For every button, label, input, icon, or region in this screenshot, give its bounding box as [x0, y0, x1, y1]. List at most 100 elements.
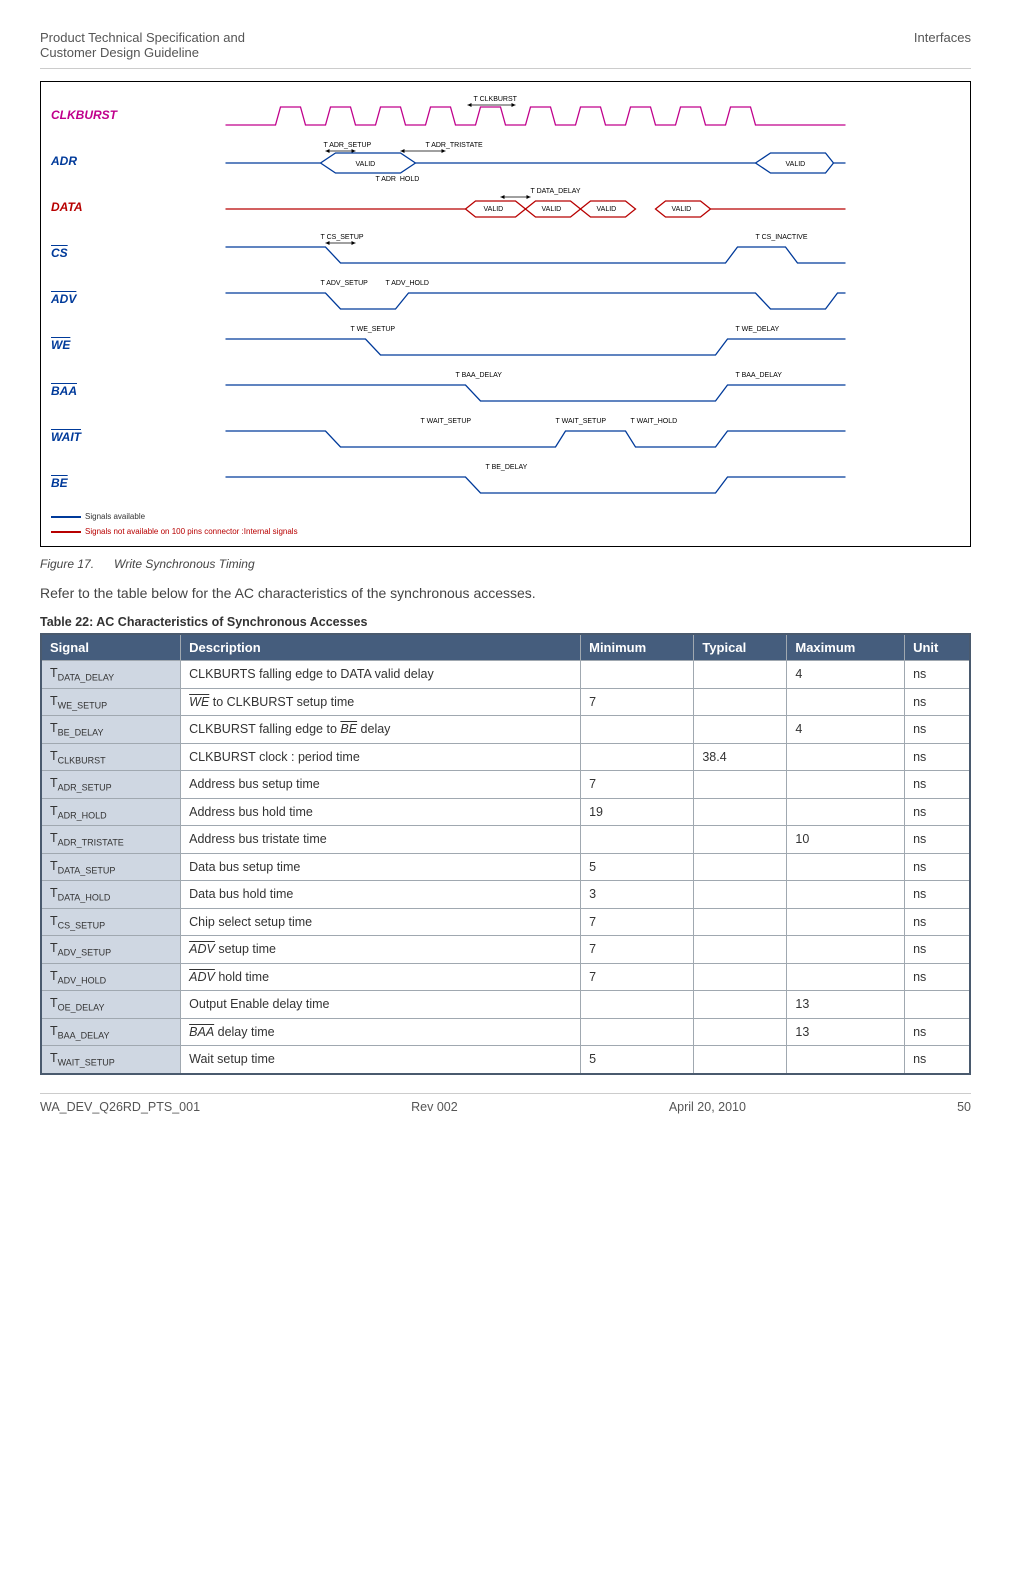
sig-label-be: BE: [51, 476, 111, 490]
page-header: Product Technical Specification and Cust…: [40, 30, 971, 69]
sig-label-wait: WAIT: [51, 430, 111, 444]
table-row: TADR_TRISTATEAddress bus tristate time 10…: [41, 826, 970, 854]
legend-a: Signals available: [85, 512, 145, 521]
cell-typ: [694, 661, 787, 689]
cell-signal: TCLKBURST: [41, 743, 181, 771]
table-row: TADV_HOLDADV hold time7ns: [41, 963, 970, 991]
table-row: TOE_DELAYOutput Enable delay time13: [41, 991, 970, 1019]
valid-tag-d1: VALID: [484, 206, 504, 213]
cell-unit: ns: [905, 963, 970, 991]
cell-min: [581, 991, 694, 1019]
table-row: TCLKBURSTCLKBURST clock : period time38.…: [41, 743, 970, 771]
cell-signal: TADV_SETUP: [41, 936, 181, 964]
valid-tag-d4: VALID: [672, 206, 692, 213]
cell-min: 3: [581, 881, 694, 909]
valid-tag-adr1: VALID: [356, 161, 376, 168]
diagram-legend: Signals available: [51, 512, 960, 521]
cell-typ: [694, 1046, 787, 1074]
cell-desc: Address bus setup time: [181, 771, 581, 799]
cell-min: 7: [581, 688, 694, 716]
cell-desc: BAA delay time: [181, 1018, 581, 1046]
cell-min: [581, 743, 694, 771]
cell-signal: TADV_HOLD: [41, 963, 181, 991]
valid-tag-d3: VALID: [597, 206, 617, 213]
col-header: Signal: [41, 634, 181, 661]
cell-signal: TCS_SETUP: [41, 908, 181, 936]
cell-typ: [694, 688, 787, 716]
sig-label-we: WE: [51, 338, 111, 352]
footer-rev: Rev 002: [411, 1100, 458, 1114]
cell-desc: Wait setup time: [181, 1046, 581, 1074]
sig-label-baa: BAA: [51, 384, 111, 398]
tparam-wait-hold: T WAIT_HOLD: [631, 418, 678, 425]
cell-signal: TDATA_SETUP: [41, 853, 181, 881]
cell-max: 4: [787, 716, 905, 744]
cell-desc: CLKBURTS falling edge to DATA valid dela…: [181, 661, 581, 689]
header-left-line1: Product Technical Specification and: [40, 30, 245, 45]
table-row: TADV_SETUPADV setup time7ns: [41, 936, 970, 964]
tparam-adv-hold: T ADV_HOLD: [386, 280, 429, 287]
col-header: Minimum: [581, 634, 694, 661]
cell-max: [787, 688, 905, 716]
cell-unit: ns: [905, 826, 970, 854]
cell-typ: 38.4: [694, 743, 787, 771]
cell-min: 7: [581, 908, 694, 936]
cell-max: [787, 798, 905, 826]
cell-typ: [694, 1018, 787, 1046]
valid-tag-adr2: VALID: [786, 161, 806, 168]
cell-typ: [694, 716, 787, 744]
cell-typ: [694, 963, 787, 991]
tparam-wait-setup2: T WAIT_SETUP: [556, 418, 607, 425]
cell-max: [787, 771, 905, 799]
cell-signal: TADR_TRISTATE: [41, 826, 181, 854]
cell-unit: ns: [905, 936, 970, 964]
cell-signal: TWAIT_SETUP: [41, 1046, 181, 1074]
col-header: Maximum: [787, 634, 905, 661]
footer-doc: WA_DEV_Q26RD_PTS_001: [40, 1100, 200, 1114]
cell-signal: TDATA_DELAY: [41, 661, 181, 689]
cell-signal: TDATA_HOLD: [41, 881, 181, 909]
tparam-cs-setup: T CS_SETUP: [321, 234, 364, 241]
tparam-baa-delay1: T BAA_DELAY: [456, 372, 503, 379]
sig-label-adr: ADR: [51, 154, 111, 168]
cell-max: 10: [787, 826, 905, 854]
cell-max: 13: [787, 1018, 905, 1046]
cell-max: [787, 743, 905, 771]
cell-typ: [694, 881, 787, 909]
cell-desc: Chip select setup time: [181, 908, 581, 936]
cell-desc: Address bus tristate time: [181, 826, 581, 854]
cell-typ: [694, 798, 787, 826]
cell-max: [787, 853, 905, 881]
table-row: TADR_SETUPAddress bus setup time7ns: [41, 771, 970, 799]
cell-max: [787, 908, 905, 936]
cell-max: [787, 963, 905, 991]
cell-min: 7: [581, 963, 694, 991]
cell-desc: WE to CLKBURST setup time: [181, 688, 581, 716]
cell-unit: ns: [905, 743, 970, 771]
cell-typ: [694, 853, 787, 881]
header-left-line2: Customer Design Guideline: [40, 45, 245, 60]
table-row: TADR_HOLDAddress bus hold time19ns: [41, 798, 970, 826]
cell-min: 5: [581, 1046, 694, 1074]
tparam-we-delay: T WE_DELAY: [736, 326, 780, 333]
cell-typ: [694, 936, 787, 964]
table-row: TWE_SETUPWE to CLKBURST setup time7ns: [41, 688, 970, 716]
table-title: Table 22: AC Characteristics of Synchron…: [40, 615, 971, 629]
valid-tag-d2: VALID: [542, 206, 562, 213]
cell-unit: ns: [905, 716, 970, 744]
cell-desc: Data bus hold time: [181, 881, 581, 909]
tparam-adr-hold: T ADR_HOLD: [376, 176, 420, 181]
cell-unit: ns: [905, 908, 970, 936]
cell-typ: [694, 908, 787, 936]
figure-caption: Figure 17. Write Synchronous Timing: [40, 557, 971, 571]
cell-unit: [905, 991, 970, 1019]
tparam-data-delay: T DATA_DELAY: [531, 188, 581, 195]
cell-signal: TADR_HOLD: [41, 798, 181, 826]
table-row: TDATA_DELAYCLKBURTS falling edge to DATA…: [41, 661, 970, 689]
cell-max: [787, 1046, 905, 1074]
cell-desc: ADV setup time: [181, 936, 581, 964]
cell-max: 4: [787, 661, 905, 689]
cell-min: 19: [581, 798, 694, 826]
cell-typ: [694, 771, 787, 799]
cell-typ: [694, 991, 787, 1019]
